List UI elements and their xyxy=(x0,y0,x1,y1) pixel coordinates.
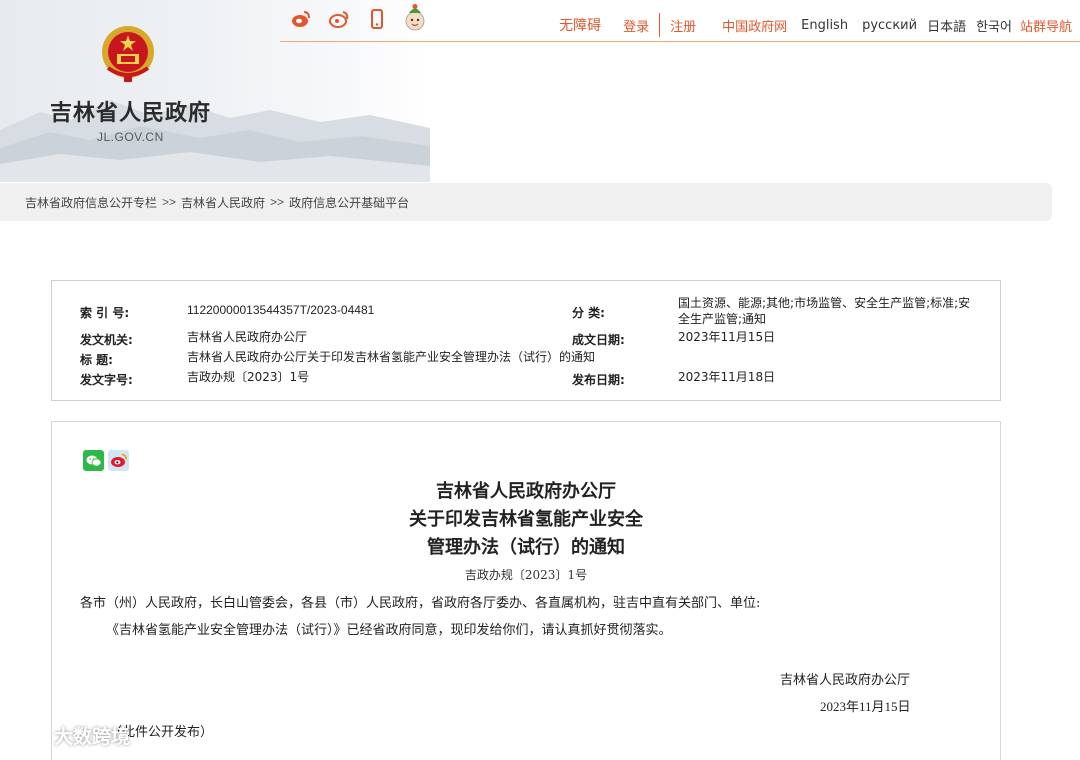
mobile-icon[interactable] xyxy=(366,8,388,30)
created-date-value: 2023年11月15日 xyxy=(678,330,776,344)
watermark-logo-icon xyxy=(8,727,49,745)
weibo-icon[interactable] xyxy=(290,8,312,30)
breadcrumb-item-platform[interactable]: 政府信息公开基础平台 xyxy=(289,194,409,211)
wechat-icon[interactable] xyxy=(83,450,104,471)
published-date-label: 发布日期: xyxy=(572,373,625,387)
category-value-line1: 国土资源、能源;其他;市场监管、安全生产监管;标准;安 xyxy=(678,296,971,310)
document-share-buttons xyxy=(83,450,129,471)
site-nav-link[interactable]: 站群导航 xyxy=(1020,16,1072,35)
index-number-value: 11220000013544357T/2023-04481 xyxy=(187,303,375,317)
document-title-line1: 吉林省人民政府办公厅 xyxy=(436,481,616,502)
document-title: 吉林省人民政府办公厅 关于印发吉林省氢能产业安全 管理办法（试行）的通知 xyxy=(52,478,1000,562)
mascot-icon[interactable] xyxy=(404,4,426,31)
japanese-link[interactable]: 日本語 xyxy=(927,16,966,35)
accessibility-link[interactable]: 无障碍 xyxy=(559,15,601,35)
gov-portal-link[interactable]: 中国政府网 xyxy=(722,16,787,35)
weibo-icon[interactable] xyxy=(108,450,129,471)
document-body: 《吉林省氢能产业安全管理办法（试行）》已经省政府同意，现印发给你们，请认真抓好贯… xyxy=(106,623,672,638)
document-title-line2: 关于印发吉林省氢能产业安全 xyxy=(409,509,643,530)
top-bar: 无障碍 登录 注册 中国政府网 English русский 日本語 한국어 … xyxy=(280,0,1080,42)
header-share-icons xyxy=(290,4,426,31)
watermark-text: 大数跨境 xyxy=(54,726,131,748)
published-date-value: 2023年11月18日 xyxy=(678,370,776,384)
document-number: 吉政办规〔2023〕1号 xyxy=(464,568,588,582)
document-signature: 吉林省人民政府办公厅 xyxy=(780,673,911,688)
breadcrumb-item-info-column[interactable]: 吉林省政府信息公开专栏 xyxy=(25,194,157,211)
breadcrumb-separator: >> xyxy=(270,195,285,209)
top-links: 无障碍 登录 注册 中国政府网 English русский 日本語 한국어 … xyxy=(559,13,1072,37)
english-link[interactable]: English xyxy=(801,18,848,33)
document-meta-table: 索 引 号: 11220000013544357T/2023-04481 分 类… xyxy=(51,280,1001,401)
issuer-value: 吉林省人民政府办公厅 xyxy=(187,330,308,344)
category-value-line2: 全生产监管;通知 xyxy=(678,312,767,326)
weibo-icon[interactable] xyxy=(328,8,350,30)
title-value: 吉林省人民政府办公厅关于印发吉林省氢能产业安全管理办法（试行）的通知 xyxy=(187,350,596,364)
title-label: 标 题: xyxy=(80,353,113,367)
breadcrumb: 吉林省政府信息公开专栏 >> 吉林省人民政府 >> 政府信息公开基础平台 xyxy=(0,183,1052,221)
breadcrumb-separator: >> xyxy=(162,195,177,209)
russian-link[interactable]: русский xyxy=(862,18,917,33)
document-title-line3: 管理办法（试行）的通知 xyxy=(427,537,625,558)
site-name[interactable]: 吉林省人民政府 xyxy=(50,95,211,127)
category-label: 分 类: xyxy=(572,306,605,320)
national-emblem xyxy=(102,26,154,82)
link-divider xyxy=(659,13,661,37)
korean-link[interactable]: 한국어 xyxy=(976,16,1012,35)
site-header: 吉林省人民政府 JL.GOV.CN 无障碍 登录 注册 中国政府网 Englis… xyxy=(0,0,1080,182)
index-number-label: 索 引 号: xyxy=(80,306,130,320)
document-date: 2023年11月15日 xyxy=(820,699,911,714)
site-domain: JL.GOV.CN xyxy=(97,130,164,144)
document-addressees: 各市（州）人民政府，长白山管委会，各县（市）人民政府，省政府各厅委办、各直属机构… xyxy=(80,596,761,611)
login-link[interactable]: 登录 xyxy=(623,16,649,35)
breadcrumb-item-provincial-gov[interactable]: 吉林省人民政府 xyxy=(181,194,265,211)
watermark: 大数跨境 xyxy=(8,722,130,749)
doc-number-label: 发文字号: xyxy=(80,373,133,387)
document-content: 吉林省人民政府办公厅 关于印发吉林省氢能产业安全 管理办法（试行）的通知 吉政办… xyxy=(51,421,1001,760)
doc-number-value: 吉政办规〔2023〕1号 xyxy=(187,370,310,384)
register-link[interactable]: 注册 xyxy=(670,16,696,35)
issuer-label: 发文机关: xyxy=(80,333,133,347)
created-date-label: 成文日期: xyxy=(572,333,625,347)
